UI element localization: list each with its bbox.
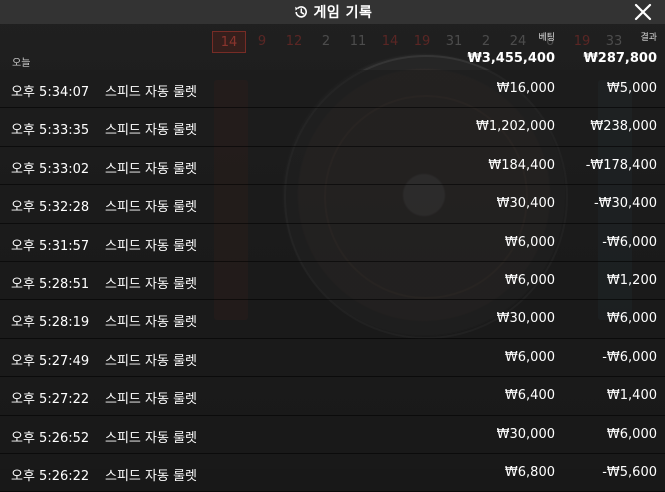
row-bet: ₩6,000 [504, 349, 555, 365]
history-row[interactable]: 오후 5:33:35 스피드 자동 룰렛 ₩1,202,000 ₩238,000 [0, 108, 665, 147]
row-time: 오후 5:26:22 [11, 468, 90, 484]
row-game: 스피드 자동 룰렛 [105, 430, 197, 446]
history-summary: 베팅 결과 오늘 ₩3,455,400 ₩287,800 [0, 24, 665, 70]
row-time: 오후 5:33:35 [11, 123, 90, 139]
row-result: -₩6,000 [602, 234, 657, 250]
row-result: ₩1,400 [606, 388, 657, 404]
row-game: 스피드 자동 룰렛 [105, 200, 197, 216]
row-bet: ₩30,400 [496, 196, 555, 212]
row-result: ₩5,000 [606, 81, 657, 96]
history-row[interactable]: 오후 5:28:51 스피드 자동 룰렛 ₩6,000 ₩1,200 [0, 261, 665, 301]
header-title-group: 게임 기록 [293, 2, 373, 22]
row-bet: ₩1,202,000 [475, 119, 555, 135]
close-button[interactable] [633, 2, 653, 22]
row-result: -₩30,400 [593, 196, 657, 212]
row-time: 오후 5:27:49 [11, 353, 90, 369]
row-time: 오후 5:27:22 [11, 392, 90, 408]
row-bet: ₩6,000 [504, 272, 555, 288]
page-title: 게임 기록 [313, 5, 373, 21]
row-result: ₩6,000 [606, 426, 657, 442]
row-time: 오후 5:31:57 [11, 238, 90, 254]
history-row[interactable]: 오후 5:32:28 스피드 자동 룰렛 ₩30,400 -₩30,400 [0, 185, 665, 224]
history-row[interactable]: 오후 5:26:52 스피드 자동 룰렛 ₩30,000 ₩6,000 [0, 415, 665, 454]
row-result: ₩1,200 [606, 272, 657, 288]
row-bet: ₩16,000 [496, 81, 555, 96]
row-game: 스피드 자동 룰렛 [105, 392, 197, 408]
history-list: 오후 5:34:07 스피드 자동 룰렛 ₩16,000 ₩5,000 오후 5… [0, 70, 665, 492]
row-result: ₩6,000 [606, 311, 657, 327]
row-result: -₩178,400 [585, 157, 657, 173]
row-bet: ₩6,000 [504, 234, 555, 250]
bet-column-header: 베팅 [538, 33, 555, 43]
close-icon [634, 3, 652, 21]
history-row[interactable]: 오후 5:34:07 스피드 자동 룰렛 ₩16,000 ₩5,000 [0, 70, 665, 109]
row-result: -₩5,600 [602, 464, 657, 480]
row-time: 오후 5:28:51 [11, 276, 90, 292]
history-row[interactable]: 오후 5:33:02 스피드 자동 룰렛 ₩184,400 -₩178,400 [0, 146, 665, 186]
history-header: 게임 기록 [0, 0, 665, 24]
history-row[interactable]: 오후 5:26:22 스피드 자동 룰렛 ₩6,800 -₩5,600 [0, 453, 665, 492]
row-game: 스피드 자동 룰렛 [105, 85, 197, 100]
row-bet: ₩30,000 [496, 311, 555, 327]
row-game: 스피드 자동 룰렛 [105, 238, 197, 254]
history-row[interactable]: 오후 5:27:22 스피드 자동 룰렛 ₩6,400 ₩1,400 [0, 377, 665, 416]
row-time: 오후 5:33:02 [11, 161, 90, 177]
row-time: 오후 5:32:28 [11, 200, 90, 216]
row-time: 오후 5:34:07 [11, 85, 90, 100]
row-game: 스피드 자동 룰렛 [105, 123, 197, 139]
total-result: ₩287,800 [583, 51, 657, 66]
row-bet: ₩30,000 [496, 426, 555, 442]
row-result: -₩6,000 [602, 349, 657, 365]
total-bet: ₩3,455,400 [467, 51, 555, 66]
row-time: 오후 5:26:52 [11, 430, 90, 446]
history-row[interactable]: 오후 5:28:19 스피드 자동 룰렛 ₩30,000 ₩6,000 [0, 300, 665, 339]
history-icon [293, 4, 309, 20]
row-game: 스피드 자동 룰렛 [105, 468, 197, 484]
row-game: 스피드 자동 룰렛 [105, 276, 197, 292]
row-time: 오후 5:28:19 [11, 315, 90, 331]
result-column-header: 결과 [640, 33, 657, 43]
row-game: 스피드 자동 룰렛 [105, 315, 197, 331]
row-bet: ₩6,400 [504, 388, 555, 404]
row-result: ₩238,000 [590, 119, 657, 135]
history-row[interactable]: 오후 5:27:49 스피드 자동 룰렛 ₩6,000 -₩6,000 [0, 338, 665, 378]
row-game: 스피드 자동 룰렛 [105, 161, 197, 177]
date-group-label: 오늘 [12, 58, 31, 69]
row-bet: ₩184,400 [488, 157, 555, 173]
row-game: 스피드 자동 룰렛 [105, 353, 197, 369]
row-bet: ₩6,800 [504, 464, 555, 480]
history-row[interactable]: 오후 5:31:57 스피드 자동 룰렛 ₩6,000 -₩6,000 [0, 223, 665, 262]
